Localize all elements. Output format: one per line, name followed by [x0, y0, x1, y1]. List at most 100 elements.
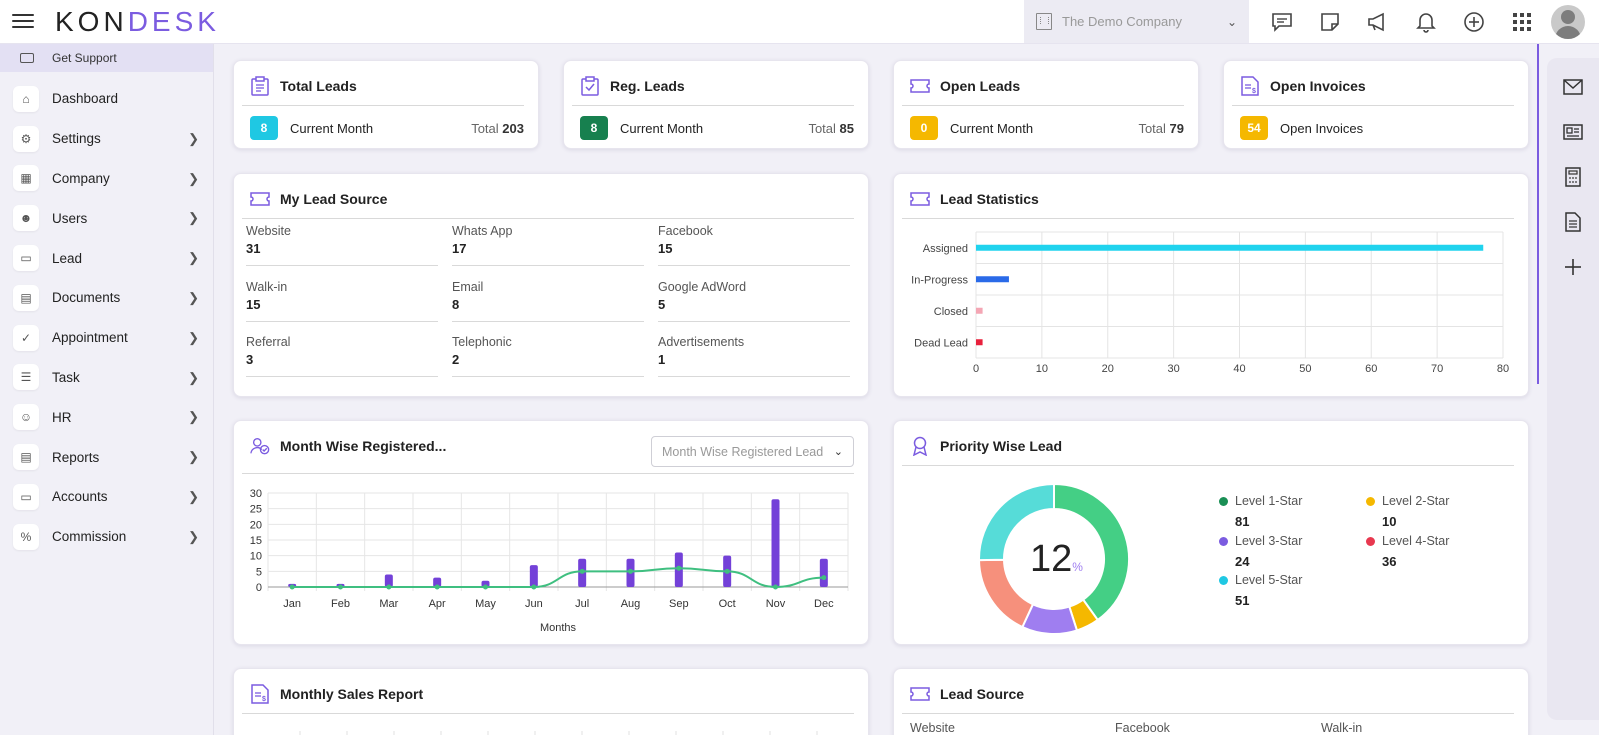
priority-wise-card: Priority Wise Lead 12% Level 1-Star 81 Lev… [893, 420, 1529, 645]
sidebar-item-documents[interactable]: ▤ Documents ❯ [0, 278, 213, 318]
invoice-icon: $ [1240, 76, 1260, 96]
my-lead-source-title: My Lead Source [280, 191, 388, 207]
users-icon: ☻ [13, 205, 39, 232]
building-icon [1036, 13, 1052, 30]
lead-source-value: 15 [246, 297, 261, 312]
legend-item: Level 5-Star 51 [1219, 573, 1302, 608]
file-text-icon[interactable] [1547, 199, 1599, 244]
sidebar-item-company[interactable]: ▦ Company ❯ [0, 159, 213, 199]
month-wise-card: Month Wise Registered... Month Wise Regi… [233, 420, 869, 645]
legend-dot [1219, 497, 1228, 507]
count-badge: 8 [250, 116, 278, 140]
stat-label: Current Month [620, 120, 704, 136]
x-tick-label: 50 [1299, 363, 1311, 375]
apps-grid-icon[interactable] [1498, 0, 1546, 44]
total-value: Total 203 [471, 120, 524, 136]
sidebar-item-lead[interactable]: ▭ Lead ❯ [0, 238, 213, 278]
sidebar-item-reports[interactable]: ▤ Reports ❯ [0, 437, 213, 477]
month-wise-select[interactable]: Month Wise Registered Lead ⌄ [651, 436, 854, 467]
chevron-right-icon: ❯ [188, 528, 199, 544]
clipboard-list-icon [250, 76, 270, 96]
stat-row: 8 Current Month Total 203 [250, 115, 524, 141]
chevron-down-icon: ⌄ [833, 446, 843, 458]
lead-source-label: Email [452, 280, 484, 294]
lead-source-label: Facebook [658, 224, 713, 238]
sidebar-item-label: Commission [52, 529, 127, 545]
x-axis-label: Months [540, 622, 577, 634]
calculator-icon[interactable] [1547, 154, 1599, 199]
id-card-icon[interactable] [1547, 109, 1599, 154]
clipboard-check-icon [580, 76, 600, 96]
monthly-sales-chart [299, 731, 818, 735]
sidebar-item-commission[interactable]: % Commission ❯ [0, 517, 213, 557]
legend-item: Level 4-Star 36 [1366, 534, 1449, 569]
scrollbar[interactable] [1537, 44, 1539, 384]
sidebar-item-accounts[interactable]: ▭ Accounts ❯ [0, 477, 213, 517]
mail-icon[interactable] [1547, 64, 1599, 109]
sidebar-item-task[interactable]: ☰ Task ❯ [0, 358, 213, 398]
sidebar-item-dashboard[interactable]: ⌂ Dashboard [0, 79, 213, 119]
plus-circle-icon[interactable] [1450, 0, 1498, 44]
month-wise-select-value: Month Wise Registered Lead [662, 444, 824, 459]
stat-row: 54 Open Invoices [1240, 115, 1514, 141]
donut-slice [977, 558, 1035, 629]
x-tick-label: 10 [1036, 363, 1048, 375]
ticket-icon [250, 190, 270, 208]
legend-label: Level 1-Star [1235, 494, 1303, 508]
get-support-button[interactable]: Get Support [0, 44, 213, 72]
sidebar-item-settings[interactable]: ⚙ Settings ❯ [0, 119, 213, 159]
ticket-icon [910, 685, 930, 703]
summary-card[interactable]: Open Leads 0 Current Month Total 79 [893, 60, 1199, 149]
legend-item: Level 3-Star 24 [1219, 534, 1302, 569]
stat-row: 8 Current Month Total 85 [580, 115, 854, 141]
priority-wise-title: Priority Wise Lead [940, 438, 1063, 454]
x-tick-label: Feb [331, 598, 350, 610]
company-select[interactable]: The Demo Company ⌄ [1024, 0, 1249, 43]
lead-source-label: Advertisements [658, 335, 745, 349]
total-value: Total 79 [1138, 120, 1184, 136]
report-icon: ▤ [13, 444, 39, 471]
line-point [483, 584, 488, 590]
lead-source-value: 1 [658, 352, 666, 367]
lead-source-value: 3 [246, 352, 254, 367]
menu-icon[interactable] [12, 11, 34, 33]
legend-item: Level 1-Star 81 [1219, 494, 1302, 529]
x-tick-label: 60 [1365, 363, 1377, 375]
percent-icon: % [13, 523, 39, 550]
x-tick-label: Jan [283, 598, 301, 610]
card-title: Lead Statistics [910, 190, 1039, 208]
legend-dot [1366, 497, 1375, 507]
sidebar-item-appointment[interactable]: ✓ Appointment ❯ [0, 318, 213, 358]
chevron-right-icon: ❯ [188, 409, 199, 425]
svg-text:$: $ [1252, 88, 1256, 95]
sidebar-item-label: Appointment [52, 330, 128, 346]
count-badge: 8 [580, 116, 608, 140]
bell-icon[interactable] [1402, 0, 1450, 44]
chevron-right-icon: ❯ [188, 488, 199, 504]
top-bar: KONDESK The Demo Company ⌄ [0, 0, 1599, 44]
lead-source-value: 8 [452, 297, 460, 312]
chat-icon[interactable] [1258, 0, 1306, 44]
logo[interactable]: KONDESK [55, 6, 220, 38]
gear-icon: ⚙ [13, 125, 39, 152]
plus-icon[interactable] [1547, 244, 1599, 289]
summary-card[interactable]: Total Leads 8 Current Month Total 203 [233, 60, 539, 149]
sidebar-item-users[interactable]: ☻ Users ❯ [0, 198, 213, 238]
x-tick-label: Jul [575, 598, 589, 610]
sidebar-item-label: Documents [52, 290, 121, 306]
summary-card[interactable]: $ Open Invoices 54 Open Invoices [1223, 60, 1529, 149]
ticket-icon [910, 77, 930, 95]
summary-card[interactable]: Reg. Leads 8 Current Month Total 85 [563, 60, 869, 149]
avatar[interactable] [1551, 5, 1585, 39]
lead-source-label: Website [910, 721, 955, 735]
sticky-note-icon[interactable] [1306, 0, 1354, 44]
megaphone-icon[interactable] [1354, 0, 1402, 44]
bar [976, 307, 983, 314]
monthly-sales-card: $ Monthly Sales Report [233, 668, 869, 735]
x-tick-label: 20 [1102, 363, 1114, 375]
x-tick-label: 40 [1233, 363, 1245, 375]
y-tick-label: 30 [250, 488, 262, 500]
sidebar-item-label: Task [52, 369, 80, 385]
sidebar-item-hr[interactable]: ☺ HR ❯ [0, 397, 213, 437]
x-tick-label: Apr [429, 598, 446, 610]
